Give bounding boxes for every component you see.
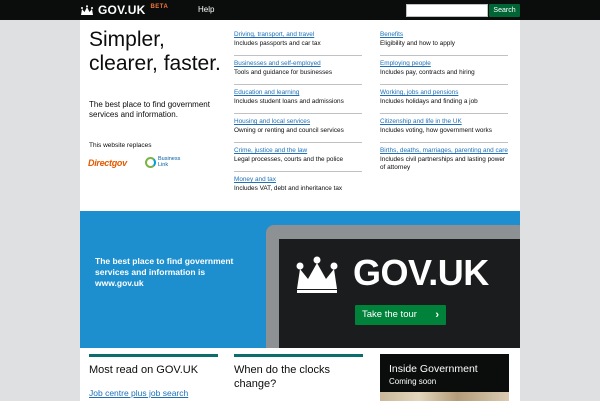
job-search-link[interactable]: Job centre plus job search <box>89 388 188 398</box>
take-the-tour-button[interactable]: Take the tour › <box>355 305 446 325</box>
topic-description: Legal processes, courts and the police <box>234 156 344 163</box>
chevron-right-icon: › <box>435 309 439 321</box>
topic-description: Eligibility and how to apply <box>380 40 455 47</box>
screen-govuk-logo: GOV.UK <box>353 252 489 293</box>
directgov-logo: Directgov <box>88 158 127 168</box>
topic-description: Includes voting, how government works <box>380 127 492 134</box>
topic-employing: Employing people Includes pay, contracts… <box>380 60 508 77</box>
inside-government-subtitle: Coming soon <box>389 377 437 386</box>
divider <box>234 84 362 85</box>
page-subtitle: The best place to find government servic… <box>89 100 210 119</box>
topic-crime: Crime, justice and the law Legal process… <box>234 147 362 164</box>
topic-link[interactable]: Businesses and self-employed <box>234 60 362 68</box>
topic-description: Owning or renting and council services <box>234 127 344 134</box>
inside-government-title: Inside Government <box>389 363 478 375</box>
topic-births-deaths: Births, deaths, marriages, parenting and… <box>380 147 508 172</box>
clocks-heading[interactable]: When do the clocks change? <box>234 354 363 391</box>
help-link[interactable]: Help <box>198 5 214 15</box>
tour-promo-banner: The best place to find government servic… <box>80 211 520 348</box>
main-content: Simpler, clearer, faster. The best place… <box>80 20 520 401</box>
topic-description: Includes holidays and finding a job <box>380 98 478 105</box>
topic-benefits: Benefits Eligibility and how to apply <box>380 31 508 48</box>
topic-business: Businesses and self-employed Tools and g… <box>234 60 362 77</box>
site-header: GOV.UK BETA Help Search <box>0 0 600 20</box>
business-link-logo: Business Link <box>145 156 188 168</box>
topic-link[interactable]: Births, deaths, marriages, parenting and… <box>380 147 508 155</box>
tour-button-label: Take the tour <box>362 309 417 320</box>
crown-icon <box>81 4 93 15</box>
brand-name: GOV.UK <box>98 3 146 17</box>
topic-link[interactable]: Education and learning <box>234 89 362 97</box>
divider <box>234 142 362 143</box>
inside-government-image <box>380 392 509 401</box>
topic-link[interactable]: Employing people <box>380 60 508 68</box>
divider <box>380 113 508 114</box>
topic-description: Includes VAT, debt and inheritance tax <box>234 185 343 192</box>
topic-description: Tools and guidance for businesses <box>234 69 333 76</box>
search-button[interactable]: Search <box>489 4 520 17</box>
replaces-text: This website replaces <box>89 142 152 149</box>
topic-driving: Driving, transport, and travel Includes … <box>234 31 362 48</box>
topic-link[interactable]: Working, jobs and pensions <box>380 89 508 97</box>
divider <box>380 142 508 143</box>
business-link-label: Business Link <box>158 156 181 168</box>
topic-description: Includes pay, contracts and hiring <box>380 69 475 76</box>
promo-text: The best place to find government servic… <box>95 256 234 288</box>
business-link-logo-icon <box>145 156 156 168</box>
beta-badge: BETA <box>150 4 169 10</box>
topic-citizenship: Citizenship and life in the UK Includes … <box>380 118 508 135</box>
topic-working: Working, jobs and pensions Includes holi… <box>380 89 508 106</box>
monitor-screen: GOV.UK Take the tour › <box>279 239 520 348</box>
topic-link[interactable]: Benefits <box>380 31 508 39</box>
divider <box>380 55 508 56</box>
topic-link[interactable]: Citizenship and life in the UK <box>380 118 508 126</box>
topic-description: Includes student loans and admissions <box>234 98 344 105</box>
topic-description: Includes civil partnerships and lasting … <box>380 156 506 171</box>
search-input[interactable] <box>406 4 488 17</box>
page-title: Simpler, clearer, faster. <box>89 28 221 75</box>
topic-link[interactable]: Crime, justice and the law <box>234 147 362 155</box>
topic-link[interactable]: Driving, transport, and travel <box>234 31 362 39</box>
govuk-home-link[interactable]: GOV.UK BETA <box>80 3 168 17</box>
topic-description: Includes passports and car tax <box>234 40 321 47</box>
divider <box>380 84 508 85</box>
inside-government-panel[interactable]: Inside Government Coming soon <box>380 354 509 401</box>
divider <box>234 171 362 172</box>
divider <box>234 55 362 56</box>
topic-money: Money and tax Includes VAT, debt and inh… <box>234 176 362 193</box>
topic-housing: Housing and local services Owning or ren… <box>234 118 362 135</box>
topic-link[interactable]: Money and tax <box>234 176 362 184</box>
most-read-heading: Most read on GOV.UK <box>89 354 218 377</box>
topic-link[interactable]: Housing and local services <box>234 118 362 126</box>
divider <box>234 113 362 114</box>
crown-icon <box>296 256 338 293</box>
topic-education: Education and learning Includes student … <box>234 89 362 106</box>
